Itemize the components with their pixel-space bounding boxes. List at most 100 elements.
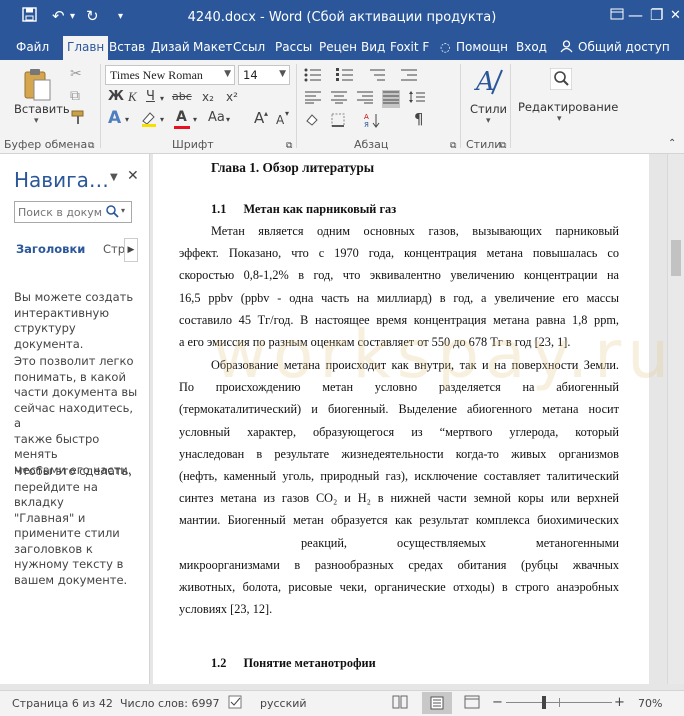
scrollbar-thumb[interactable] xyxy=(671,240,681,276)
word-count[interactable]: Число слов: 6997 xyxy=(120,697,219,710)
pilcrow-icon[interactable]: ¶ xyxy=(414,111,424,127)
tab-home[interactable]: Главн xyxy=(63,36,109,60)
svg-text:Я: Я xyxy=(364,121,369,128)
paste-dropdown-icon[interactable]: ▾ xyxy=(34,116,39,126)
proofing-icon[interactable] xyxy=(228,695,244,712)
share-button[interactable]: Общий доступ xyxy=(578,40,670,54)
chevron-down-icon[interactable]: ▾ xyxy=(226,112,230,128)
align-left-icon[interactable] xyxy=(304,90,322,108)
strikethrough-button[interactable]: abc xyxy=(172,89,192,105)
document-page[interactable]: Глава 1. Обзор литературы 1.1 Метан как … xyxy=(153,154,669,684)
styles-button[interactable]: Стили xyxy=(470,102,507,116)
document-line: условный характер, образующегося из “мер… xyxy=(179,424,619,439)
justify-icon[interactable] xyxy=(382,90,400,108)
align-center-icon[interactable] xyxy=(330,90,348,108)
print-layout-icon[interactable] xyxy=(422,692,452,714)
copy-icon[interactable]: ⧉ xyxy=(70,88,80,104)
zoom-out-button[interactable]: − xyxy=(492,695,503,710)
numbering-icon[interactable] xyxy=(336,68,354,86)
chevron-down-icon[interactable]: ▾ xyxy=(557,114,562,124)
superscript-button[interactable]: x² xyxy=(226,89,238,105)
chevron-down-icon[interactable]: ▾ xyxy=(486,116,491,126)
tab-file[interactable]: Файл xyxy=(16,40,49,54)
tab-layout[interactable]: Макет xyxy=(193,40,232,54)
divider xyxy=(296,64,297,148)
shrink-font-icon[interactable]: A xyxy=(276,112,284,128)
tab-mailings[interactable]: Рассы xyxy=(275,40,312,54)
nav-info-line: Вы можете создать xyxy=(14,290,134,304)
bullets-icon[interactable] xyxy=(304,68,322,86)
search-icon[interactable] xyxy=(105,204,119,221)
clear-formatting-icon[interactable]: Aa xyxy=(208,110,225,126)
sign-in-link[interactable]: Вход xyxy=(516,40,547,54)
font-size-combo[interactable]: 14 ▼ xyxy=(238,65,290,85)
document-line: 16,5 ppbv (ppbv - одна часть на миллиард… xyxy=(179,290,619,305)
nav-info-create: Вы можете создать интерактивную структур… xyxy=(14,290,142,352)
grow-font-icon[interactable]: A xyxy=(254,110,264,126)
window-title: 4240.docx - Word (Сбой активации продукт… xyxy=(187,10,497,25)
indent-icon[interactable] xyxy=(400,68,418,86)
search-icon[interactable] xyxy=(549,67,573,94)
styles-launcher-icon[interactable]: ⧉ xyxy=(500,138,506,154)
web-layout-icon[interactable] xyxy=(464,695,480,712)
read-mode-icon[interactable] xyxy=(392,695,408,712)
font-color-icon[interactable]: A xyxy=(176,109,187,125)
clipboard-paste-icon[interactable] xyxy=(22,68,52,106)
chevron-down-icon[interactable]: ▾ xyxy=(121,206,125,215)
align-right-icon[interactable] xyxy=(356,90,374,108)
ribbon-display-options-icon[interactable] xyxy=(610,6,624,24)
nav-options-icon[interactable]: ▼ xyxy=(110,172,118,183)
subscript-button[interactable]: x₂ xyxy=(202,89,214,105)
zoom-in-button[interactable]: + xyxy=(614,695,625,710)
status-bar: Страница 6 из 42 Число слов: 6997 русски… xyxy=(0,690,684,716)
font-launcher-icon[interactable]: ⧉ xyxy=(286,138,292,154)
sort-icon[interactable]: АЯ xyxy=(364,112,380,132)
vertical-scrollbar[interactable] xyxy=(667,154,684,684)
shading-icon[interactable] xyxy=(304,112,320,132)
clipboard-launcher-icon[interactable]: ⧉ xyxy=(88,138,94,154)
nav-search-box[interactable]: ▾ xyxy=(14,201,132,223)
editing-button[interactable]: Редактирование xyxy=(518,100,618,114)
tab-insert[interactable]: Встав xyxy=(109,40,145,54)
chevron-down-icon[interactable]: ▾ xyxy=(193,112,197,128)
lightbulb-icon[interactable]: ◌ xyxy=(440,40,450,54)
text-effects-icon[interactable]: A xyxy=(108,110,121,127)
tab-design[interactable]: Дизай xyxy=(151,40,190,54)
tell-me-box[interactable]: Помощн xyxy=(456,40,508,54)
close-button[interactable]: ✕ xyxy=(670,8,681,23)
tab-references[interactable]: Ссыл xyxy=(233,40,265,54)
minimize-button[interactable]: — xyxy=(628,6,643,24)
highlight-icon[interactable] xyxy=(140,110,158,132)
zoom-level[interactable]: 70% xyxy=(638,697,662,710)
bold-button[interactable]: Ж xyxy=(108,89,124,105)
zoom-slider-thumb[interactable] xyxy=(542,696,546,709)
format-painter-icon[interactable] xyxy=(70,110,86,130)
cut-icon[interactable]: ✂ xyxy=(70,66,82,82)
chevron-down-icon[interactable]: ▾ xyxy=(160,112,164,128)
collapse-ribbon-icon[interactable]: ⌃ xyxy=(668,136,676,152)
section-heading-2: 1.2 Понятие метанотрофии xyxy=(211,656,651,671)
page-count[interactable]: Страница 6 из 42 xyxy=(12,697,113,710)
chevron-down-icon[interactable]: ▾ xyxy=(160,91,164,107)
document-line: эффект. Показано, что с 1970 года, конце… xyxy=(179,246,619,261)
language-status[interactable]: русский xyxy=(260,697,307,710)
styles-icon[interactable]: A xyxy=(474,66,504,104)
line-spacing-icon[interactable] xyxy=(408,90,426,108)
tab-foxit[interactable]: Foxit F xyxy=(390,40,429,54)
close-icon[interactable]: ✕ xyxy=(127,168,139,184)
borders-icon[interactable] xyxy=(330,112,346,132)
restore-button[interactable]: ❐ xyxy=(650,6,663,24)
search-input[interactable] xyxy=(18,204,102,220)
paragraph-launcher-icon[interactable]: ⧉ xyxy=(450,138,456,154)
tab-view[interactable]: Вид xyxy=(361,40,385,54)
multilevel-list-icon[interactable] xyxy=(368,68,386,86)
italic-button[interactable]: К xyxy=(128,89,137,105)
chevron-right-icon[interactable]: ▶ xyxy=(124,238,138,262)
tab-review[interactable]: Рецен xyxy=(319,40,357,54)
nav-info-line: "Главная" и xyxy=(14,510,86,525)
font-name-combo[interactable]: Times New Roman ▼ xyxy=(105,65,235,85)
paste-button[interactable]: Вставить xyxy=(14,102,70,116)
tab-headings[interactable]: Заголовки xyxy=(16,242,85,256)
chevron-down-icon[interactable]: ▾ xyxy=(125,112,129,128)
underline-button[interactable]: Ч xyxy=(146,89,155,105)
